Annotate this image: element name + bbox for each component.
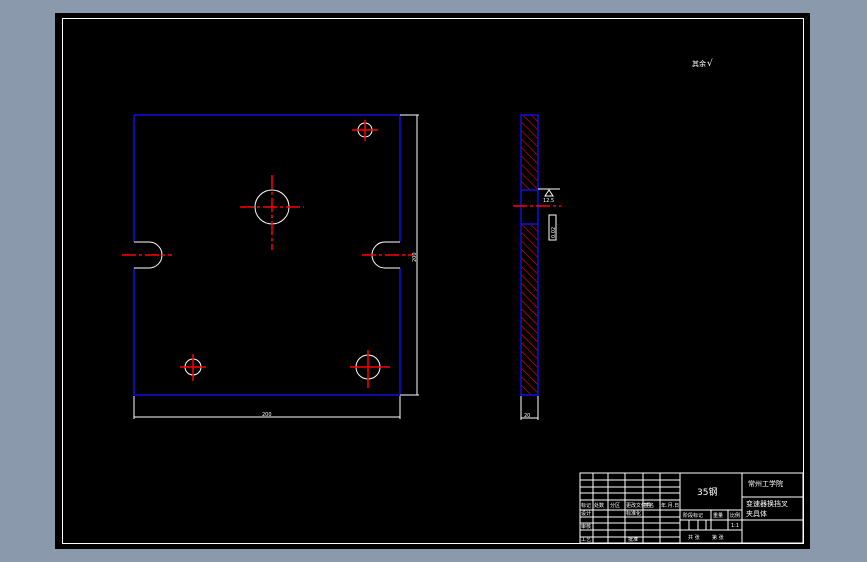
school-name: 常州工学院 xyxy=(748,479,783,488)
roughness-note: 其余 xyxy=(692,59,706,68)
dim-width: 200 xyxy=(262,412,272,418)
dim-thickness: 20 xyxy=(524,413,530,419)
front-view: 200 200 xyxy=(122,114,419,419)
drawing-title-line2: 夹具体 xyxy=(746,509,767,518)
side-section-view: 12.5 0.02 20 xyxy=(513,114,561,420)
label-review: 审核 xyxy=(581,523,591,530)
label-zone: 分区 xyxy=(610,502,620,509)
roughness-symbol: √ xyxy=(707,58,713,69)
scale-value: 1:1 xyxy=(731,523,739,529)
label-count: 处数 xyxy=(594,502,604,509)
label-approve: 批准 xyxy=(628,536,638,543)
label-sheet-no: 第 张 xyxy=(712,534,724,541)
cad-viewport[interactable]: 其余 √ 200 200 12.5 0.02 20 35钢 常州工学院 变速器换… xyxy=(55,13,810,549)
label-scale: 比例 xyxy=(730,512,740,519)
label-stage-mark: 阶段标记 xyxy=(683,512,703,519)
label-sheets-total: 共 张 xyxy=(688,534,700,541)
dim-height: 200 xyxy=(412,252,418,262)
drawing-border xyxy=(62,18,804,544)
label-date: 年.月.日 xyxy=(661,502,679,509)
roughness-value: 12.5 xyxy=(543,198,554,204)
drawing-title-line1: 变速器换挡叉 xyxy=(746,499,788,508)
label-mark: 标记 xyxy=(581,502,591,509)
label-standard: 标准化 xyxy=(626,510,641,517)
label-design: 设计 xyxy=(581,510,591,517)
label-process: 工艺 xyxy=(581,537,591,543)
material: 35钢 xyxy=(697,486,717,498)
title-block-text: 35钢 常州工学院 变速器换挡叉 夹具体 标记 处数 分区 更改文件号 签名 年… xyxy=(581,479,788,543)
label-signature: 签名 xyxy=(644,502,654,509)
label-weight: 重量 xyxy=(713,512,723,519)
tolerance-box: 0.02 xyxy=(551,227,557,238)
drawing-canvas: 其余 √ 200 200 12.5 0.02 20 35钢 常州工学院 变速器换… xyxy=(62,18,804,544)
